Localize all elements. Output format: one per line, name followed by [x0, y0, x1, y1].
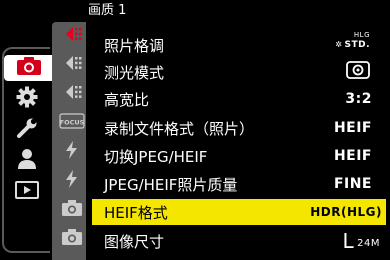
focus-text: FOCUS — [60, 119, 85, 127]
camera-page-icon — [61, 199, 83, 221]
image-size-value: L 24M — [342, 231, 386, 251]
subpage-2[interactable] — [58, 54, 86, 76]
row-label: 图像尺寸 — [104, 232, 165, 251]
menu-row-quality[interactable]: JPEG/HEIF照片质量 FINE — [92, 171, 386, 197]
row-label: JPEG/HEIF照片质量 — [104, 175, 238, 194]
image-size-mp: 24M — [357, 238, 380, 249]
category-photo[interactable] — [4, 55, 54, 81]
camera-icon — [16, 56, 42, 80]
subpage-camera-1[interactable] — [58, 199, 86, 221]
menu-title: 画质 1 — [88, 3, 127, 18]
hlg-superscript: HLG — [353, 31, 370, 39]
category-mymenu[interactable] — [6, 148, 48, 174]
row-value: HDR(HLG) — [310, 205, 382, 219]
camera-page-2-icon — [61, 228, 83, 250]
row-value: FINE — [333, 176, 372, 192]
row-label: HEIF格式 — [104, 203, 168, 222]
image-size-letter: L — [342, 229, 355, 253]
menu-row-image-size[interactable]: 图像尺寸 L 24M — [92, 228, 386, 254]
row-label: 高宽比 — [104, 90, 150, 109]
row-label: 录制文件格式（照片） — [104, 119, 255, 138]
focus-shutter-page-icon: FOCUS — [59, 111, 85, 135]
playback-icon — [15, 181, 39, 203]
image-quality-page-2-icon — [60, 53, 84, 77]
category-column — [0, 0, 54, 260]
category-playback[interactable] — [6, 179, 48, 205]
metering-multi-icon — [346, 61, 386, 83]
image-quality-page-3-icon — [60, 82, 84, 106]
category-custom[interactable] — [6, 86, 48, 112]
subpage-3[interactable] — [58, 83, 86, 105]
row-value: 3:2 — [345, 91, 372, 107]
row-value: HEIF — [333, 148, 372, 164]
row-label: 照片格调 — [104, 36, 165, 55]
row-value: HEIF — [333, 120, 372, 136]
gear-icon — [16, 86, 38, 112]
subpage-focus[interactable]: FOCUS — [58, 112, 86, 134]
subpage-1[interactable] — [58, 25, 86, 47]
menu-row-photo-style[interactable]: 照片格调 HLG ✲ STD. — [92, 31, 386, 58]
subpage-flash-2[interactable] — [58, 170, 86, 192]
subpage-camera-2[interactable] — [58, 228, 86, 250]
subpage-flash-1[interactable] — [58, 141, 86, 163]
row-label: 测光模式 — [104, 63, 165, 82]
flash-page-2-icon — [63, 169, 81, 193]
menu-row-heif-format[interactable]: HEIF格式 HDR(HLG) — [92, 199, 386, 225]
person-icon — [16, 148, 38, 174]
row-label: 切换JPEG/HEIF — [104, 147, 208, 166]
flash-page-icon — [63, 140, 81, 164]
wrench-icon — [16, 117, 38, 143]
category-setup[interactable] — [6, 117, 48, 143]
menu-row-metering[interactable]: 测光模式 — [92, 59, 386, 85]
image-quality-page-icon — [60, 24, 84, 48]
menu-row-file-format[interactable]: 录制文件格式（照片） HEIF — [92, 115, 386, 141]
menu-row-aspect-ratio[interactable]: 高宽比 3:2 — [92, 86, 386, 112]
photo-style-std-hlg-icon: HLG ✲ STD. — [335, 31, 370, 50]
menu-row-jpeg-heif-switch[interactable]: 切换JPEG/HEIF HEIF — [92, 143, 386, 169]
photo-style-value: STD. — [344, 40, 370, 50]
